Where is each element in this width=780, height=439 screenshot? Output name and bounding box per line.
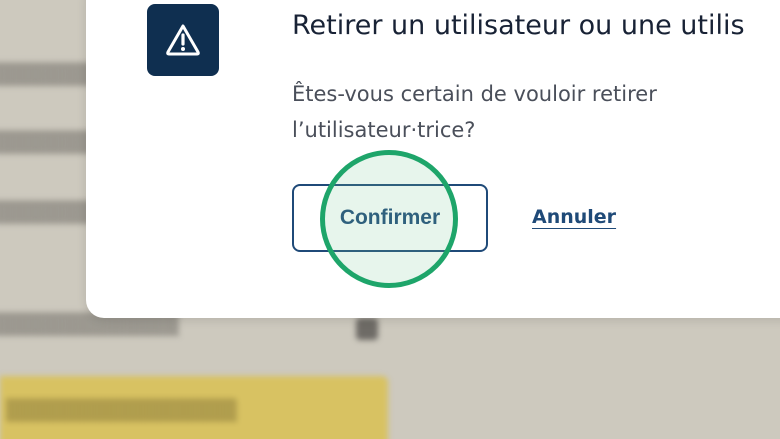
background-cta-button: ▒▒▒▒▒▒▒▒▒▒▒▒▒▒▒: [0, 376, 388, 439]
warning-icon: [166, 24, 200, 56]
confirm-button[interactable]: Confirmer: [292, 184, 488, 252]
confirm-dialog: Retirer un utilisateur ou une utilis Ête…: [86, 0, 780, 318]
user-icon: [356, 318, 378, 340]
dialog-message: Êtes-vous certain de vouloir retirer l’u…: [292, 82, 657, 142]
warning-icon-box: [147, 4, 219, 76]
dialog-title: Retirer un utilisateur ou une utilis: [292, 10, 745, 41]
background-cta-label: ▒▒▒▒▒▒▒▒▒▒▒▒▒▒▒: [6, 398, 237, 422]
cancel-link[interactable]: Annuler: [532, 206, 616, 228]
